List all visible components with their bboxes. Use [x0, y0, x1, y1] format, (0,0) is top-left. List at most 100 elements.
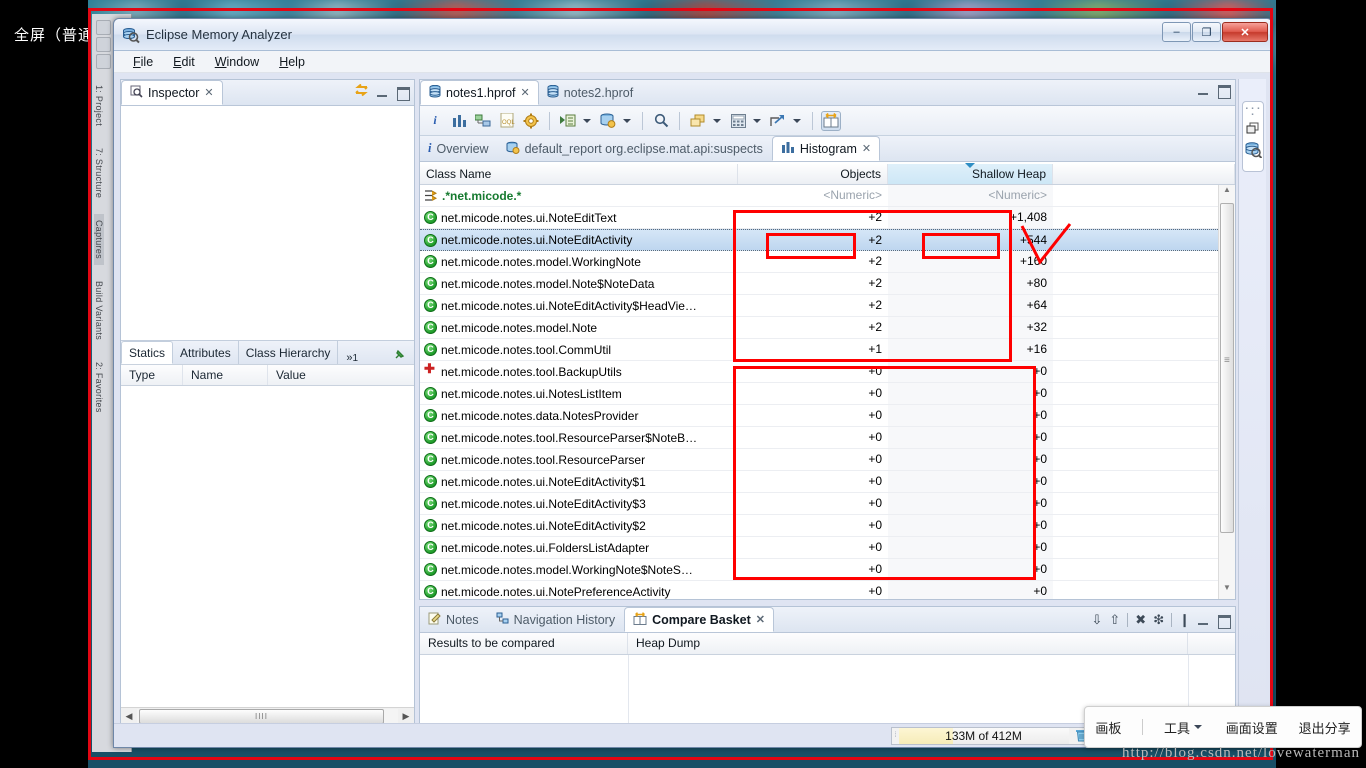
cell-objects[interactable]: +0 [738, 449, 888, 470]
table-row[interactable]: Cnet.micode.notes.ui.NoteEditActivity$1 +… [420, 471, 1218, 493]
cell-class-name[interactable]: Cnet.micode.notes.model.WorkingNote [420, 251, 738, 272]
histogram-vertical-scrollbar[interactable]: ▲ ▼ [1218, 185, 1235, 599]
tab-notes[interactable]: Notes [420, 607, 488, 632]
cell-objects[interactable]: +0 [738, 581, 888, 599]
scroll-right-icon[interactable]: ▶ [398, 711, 414, 722]
cell-class-name[interactable]: Cnet.micode.notes.ui.NotePreferenceActiv… [420, 581, 738, 599]
cell-class-name[interactable]: Cnet.micode.notes.ui.NoteEditActivity$1 [420, 471, 738, 492]
heap-monitor[interactable]: ⁞ 133M of 412M [890, 726, 1096, 745]
remove-icon[interactable]: ✖ [1135, 612, 1146, 628]
compare-icon[interactable] [821, 110, 841, 131]
share-button-exit[interactable]: 退出分享 [1299, 718, 1351, 737]
minimize-view-icon[interactable] [1197, 84, 1210, 97]
cell-class-name[interactable]: Cnet.micode.notes.tool.ResourceParser [420, 449, 738, 470]
cell-shallow-heap[interactable]: +0 [888, 405, 1053, 426]
chevron-down-icon[interactable] [793, 118, 801, 123]
column-header-shallow-heap[interactable]: Shallow Heap [888, 163, 1053, 184]
menu-help[interactable]: Help [270, 53, 314, 71]
cell-class-name[interactable]: Cnet.micode.notes.tool.ResourceParser$No… [420, 427, 738, 448]
column-header-blank[interactable] [1188, 633, 1235, 654]
maximize-view-icon[interactable] [396, 86, 410, 101]
table-row[interactable]: Cnet.micode.notes.tool.CommUtil +1 +16 [420, 339, 1218, 361]
cell-objects[interactable]: +2 [738, 207, 888, 228]
column-header-blank[interactable] [1053, 164, 1235, 184]
menu-file[interactable]: File [124, 53, 162, 71]
table-row[interactable]: Cnet.micode.notes.ui.NoteEditActivity +2 +… [420, 229, 1218, 251]
search-icon[interactable] [651, 111, 671, 131]
column-header-class-name[interactable]: Class Name [420, 164, 738, 184]
cell-objects[interactable]: +1 [738, 339, 888, 360]
table-filter-row[interactable]: .*net.micode.* <Numeric> <Numeric> [420, 185, 1218, 207]
cell-class-name[interactable]: Cnet.micode.notes.ui.NoteEditActivity$2 [420, 515, 738, 536]
column-header-results[interactable]: Results to be compared [420, 633, 628, 654]
move-down-icon[interactable]: ⇩ [1091, 612, 1102, 628]
minimize-view-icon[interactable] [1197, 614, 1210, 627]
scroll-left-icon[interactable]: ◀ [121, 711, 137, 722]
cell-objects[interactable]: +2 [738, 251, 888, 272]
scroll-down-icon[interactable]: ▼ [1219, 583, 1235, 599]
group-by-icon[interactable] [688, 111, 708, 131]
dominator-tree-icon[interactable] [473, 111, 493, 131]
filter-shallow-heap-cell[interactable]: <Numeric> [888, 185, 1053, 206]
subtab-attributes[interactable]: Attributes [173, 341, 239, 364]
info-icon[interactable]: i [425, 111, 445, 131]
tab-notes1-hprof[interactable]: notes1.hprof ✕ [420, 80, 539, 105]
table-row[interactable]: Cnet.micode.notes.model.WorkingNote +2 +16… [420, 251, 1218, 273]
close-button[interactable]: ✕ [1222, 22, 1268, 42]
scroll-track[interactable]: IIII [137, 708, 398, 724]
run-expert-system-icon[interactable] [521, 111, 541, 131]
cell-objects[interactable]: +0 [738, 471, 888, 492]
share-button-board[interactable]: 画板 [1095, 718, 1121, 737]
compare-now-icon[interactable]: ❙ [1179, 612, 1190, 628]
chevron-down-icon[interactable] [623, 118, 631, 123]
close-icon[interactable]: ✕ [862, 142, 871, 155]
remove-all-icon[interactable]: ❇ [1153, 612, 1164, 628]
table-row[interactable]: net.micode.notes.tool.BackupUtils +0+0 [420, 361, 1218, 383]
link-with-editor-icon[interactable] [354, 83, 369, 100]
table-row[interactable]: Cnet.micode.notes.ui.NoteEditActivity$2 +… [420, 515, 1218, 537]
tab-default-report[interactable]: default_report org.eclipse.mat.api:suspe… [498, 136, 772, 161]
cell-shallow-heap[interactable]: +0 [888, 581, 1053, 599]
cell-objects[interactable]: +0 [738, 427, 888, 448]
cell-shallow-heap[interactable]: +0 [888, 515, 1053, 536]
cell-objects[interactable]: +0 [738, 515, 888, 536]
scroll-thumb[interactable]: IIII [139, 708, 384, 724]
cell-objects[interactable]: +2 [738, 317, 888, 338]
heap-usage-bar[interactable]: 133M of 412M [898, 727, 1069, 744]
histogram-icon[interactable] [449, 111, 469, 131]
cell-shallow-heap[interactable]: +16 [888, 339, 1053, 360]
maximize-view-icon[interactable] [1217, 614, 1231, 629]
memory-analysis-perspective-icon[interactable] [1243, 142, 1263, 161]
share-button-tools[interactable]: 工具 [1164, 718, 1205, 737]
cell-shallow-heap[interactable]: +64 [888, 295, 1053, 316]
table-row[interactable]: Cnet.micode.notes.ui.NoteEditActivity$3 +… [420, 493, 1218, 515]
cell-class-name[interactable]: Cnet.micode.notes.ui.FoldersListAdapter [420, 537, 738, 558]
cell-shallow-heap[interactable]: +0 [888, 559, 1053, 580]
cell-class-name[interactable]: Cnet.micode.notes.ui.NoteEditActivity$He… [420, 295, 738, 316]
cell-objects[interactable]: +2 [738, 273, 888, 294]
drag-handle[interactable]: ▪ ▪ ▪ ▪ [1243, 106, 1263, 118]
cell-shallow-heap[interactable]: +0 [888, 537, 1053, 558]
column-header-type[interactable]: Type [121, 365, 183, 385]
column-header-value[interactable]: Value [268, 365, 414, 385]
table-row[interactable]: Cnet.micode.notes.ui.FoldersListAdapter +… [420, 537, 1218, 559]
chevron-down-icon[interactable] [753, 118, 761, 123]
cell-objects[interactable]: +0 [738, 383, 888, 404]
oql-icon[interactable]: OQL [497, 111, 517, 131]
cell-objects[interactable]: +2 [738, 295, 888, 316]
table-row[interactable]: Cnet.micode.notes.model.WorkingNote$Note… [420, 559, 1218, 581]
close-icon[interactable]: ✕ [204, 86, 213, 99]
inspector-horizontal-scrollbar[interactable]: ◀ IIII ▶ [121, 707, 414, 724]
maximize-button[interactable]: ❐ [1192, 22, 1221, 42]
chevron-down-icon[interactable] [583, 118, 591, 123]
cell-objects[interactable]: +0 [738, 405, 888, 426]
table-row[interactable]: Cnet.micode.notes.ui.NotesListItem +0 +0 [420, 383, 1218, 405]
cell-class-name[interactable]: Cnet.micode.notes.data.NotesProvider [420, 405, 738, 426]
move-up-icon[interactable]: ⇧ [1109, 612, 1120, 628]
cell-shallow-heap[interactable]: +32 [888, 317, 1053, 338]
cell-class-name[interactable]: Cnet.micode.notes.ui.NoteEditActivity [420, 230, 738, 250]
table-row[interactable]: Cnet.micode.notes.tool.ResourceParser$No… [420, 427, 1218, 449]
filter-class-name-cell[interactable]: .*net.micode.* [420, 185, 738, 206]
cell-shallow-heap[interactable]: +0 [888, 361, 1053, 382]
subtab-class-hierarchy[interactable]: Class Hierarchy [239, 341, 339, 364]
